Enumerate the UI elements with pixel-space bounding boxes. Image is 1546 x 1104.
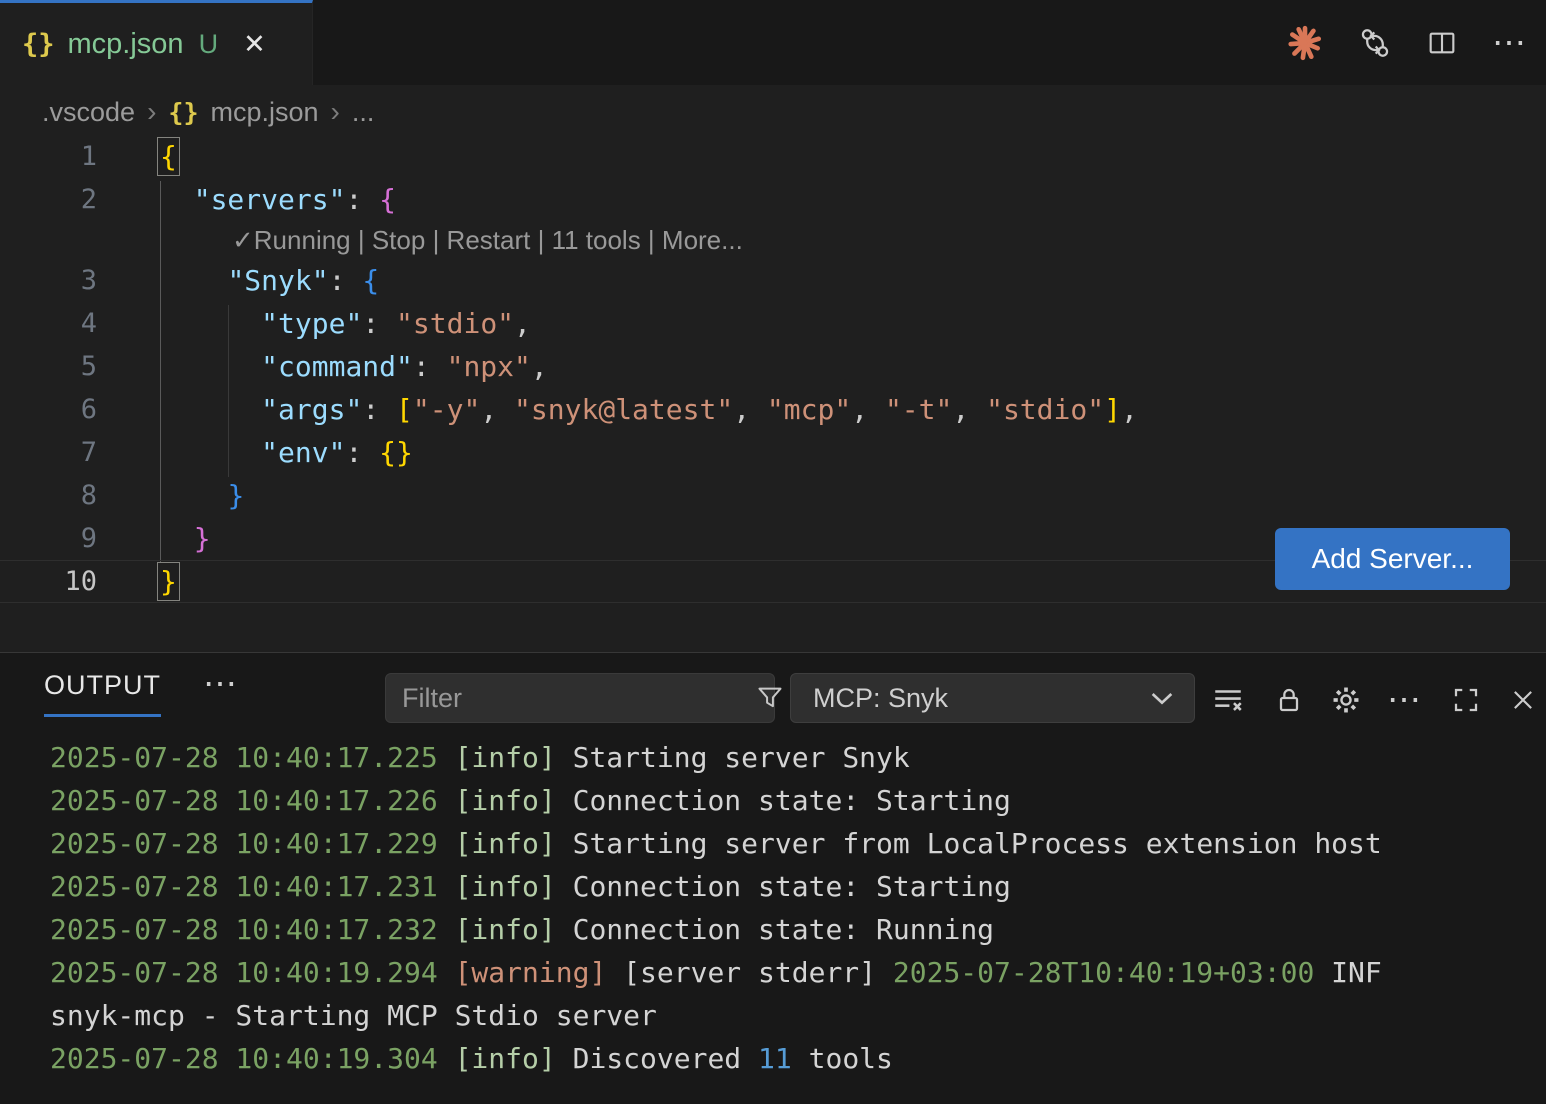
- add-server-button[interactable]: Add Server...: [1275, 528, 1510, 590]
- more-actions-icon[interactable]: ⋯: [1492, 26, 1528, 60]
- line-number: 4: [0, 308, 97, 339]
- code-line-6[interactable]: 6 "args": ["-y", "snyk@latest", "mcp", "…: [0, 388, 1546, 431]
- codelens-action[interactable]: ✓Running: [232, 225, 351, 255]
- output-filter: [385, 673, 775, 723]
- line-number: 9: [0, 523, 97, 554]
- breadcrumb-symbol-more[interactable]: ...: [352, 97, 375, 128]
- line-number: 2: [0, 184, 97, 215]
- filter-funnel-icon[interactable]: [756, 684, 784, 712]
- breadcrumb: .vscode › {} mcp.json › ...: [42, 93, 374, 131]
- line-number: 1: [0, 141, 97, 172]
- log-line: 2025-07-28 10:40:17.229 [info] Starting …: [50, 822, 1530, 865]
- code-line-4[interactable]: 4 "type": "stdio",: [0, 302, 1546, 345]
- panel-more-actions-icon[interactable]: ⋯: [203, 667, 239, 701]
- chevron-right-icon: ›: [147, 96, 156, 128]
- chevron-right-icon: ›: [331, 96, 340, 128]
- code-editor: .vscode › {} mcp.json › ... 1{2 "servers…: [0, 85, 1546, 652]
- git-untracked-badge: U: [199, 29, 219, 60]
- tab-close-icon[interactable]: ✕: [243, 31, 266, 58]
- tab-filename: mcp.json: [68, 28, 184, 61]
- breadcrumb-file[interactable]: mcp.json: [211, 97, 319, 128]
- line-number: 7: [0, 437, 97, 468]
- claude-starburst-icon[interactable]: [1286, 24, 1324, 62]
- panel-toolbar-more-icon[interactable]: ⋯: [1386, 681, 1424, 719]
- filter-input[interactable]: [402, 683, 756, 714]
- clear-output-icon[interactable]: [1209, 681, 1247, 719]
- log-line: 2025-07-28 10:40:17.232 [info] Connectio…: [50, 908, 1530, 951]
- code-line-8[interactable]: 8 }: [0, 474, 1546, 517]
- codelens-row: ✓Running | Stop | Restart | 11 tools | M…: [0, 221, 1546, 259]
- log-line: 2025-07-28 10:40:17.226 [info] Connectio…: [50, 779, 1530, 822]
- breadcrumb-folder[interactable]: .vscode: [42, 97, 135, 128]
- line-number: 5: [0, 351, 97, 382]
- code-line-2[interactable]: 2 "servers": {: [0, 178, 1546, 221]
- log-line: 2025-07-28 10:40:19.294 [warning] [serve…: [50, 951, 1530, 994]
- json-file-icon: {}: [168, 98, 198, 127]
- chevron-down-icon: [1150, 690, 1174, 706]
- code-line-1[interactable]: 1{: [0, 135, 1546, 178]
- codelens-action[interactable]: Restart: [447, 225, 531, 255]
- line-number: 10: [0, 566, 97, 597]
- editor-tab-bar: {} mcp.json U ✕ ⋯: [0, 0, 1546, 85]
- log-line: 2025-07-28 10:40:19.304 [info] Discovere…: [50, 1037, 1530, 1080]
- lock-icon[interactable]: [1270, 681, 1308, 719]
- maximize-panel-icon[interactable]: [1447, 681, 1485, 719]
- code-line-3[interactable]: 3 "Snyk": {: [0, 259, 1546, 302]
- line-number: 3: [0, 265, 97, 296]
- output-channel-select[interactable]: MCP: Snyk: [790, 673, 1195, 723]
- codelens-action[interactable]: More...: [662, 225, 743, 255]
- codelens-action[interactable]: 11 tools: [552, 225, 641, 255]
- split-editor-icon[interactable]: [1426, 27, 1458, 59]
- output-panel: OUTPUT ⋯ MCP: Snyk: [0, 652, 1546, 1104]
- log-line: 2025-07-28 10:40:17.231 [info] Connectio…: [50, 865, 1530, 908]
- line-number: 8: [0, 480, 97, 511]
- output-channel-value: MCP: Snyk: [813, 683, 1150, 714]
- gear-icon[interactable]: [1327, 681, 1365, 719]
- code-line-7[interactable]: 7 "env": {}: [0, 431, 1546, 474]
- tab-output[interactable]: OUTPUT: [44, 670, 161, 717]
- log-line: snyk-mcp - Starting MCP Stdio server: [50, 994, 1530, 1037]
- json-file-icon: {}: [22, 29, 55, 60]
- codelens-action[interactable]: Stop: [372, 225, 426, 255]
- tab-mcp-json[interactable]: {} mcp.json U ✕: [0, 0, 313, 85]
- open-changes-icon[interactable]: [1358, 26, 1392, 60]
- code-line-5[interactable]: 5 "command": "npx",: [0, 345, 1546, 388]
- log-line: 2025-07-28 10:40:17.225 [info] Starting …: [50, 736, 1530, 779]
- editor-actions: ⋯: [1286, 0, 1528, 85]
- output-log: 2025-07-28 10:40:17.225 [info] Starting …: [50, 736, 1530, 1080]
- close-panel-icon[interactable]: [1504, 681, 1542, 719]
- line-number: 6: [0, 394, 97, 425]
